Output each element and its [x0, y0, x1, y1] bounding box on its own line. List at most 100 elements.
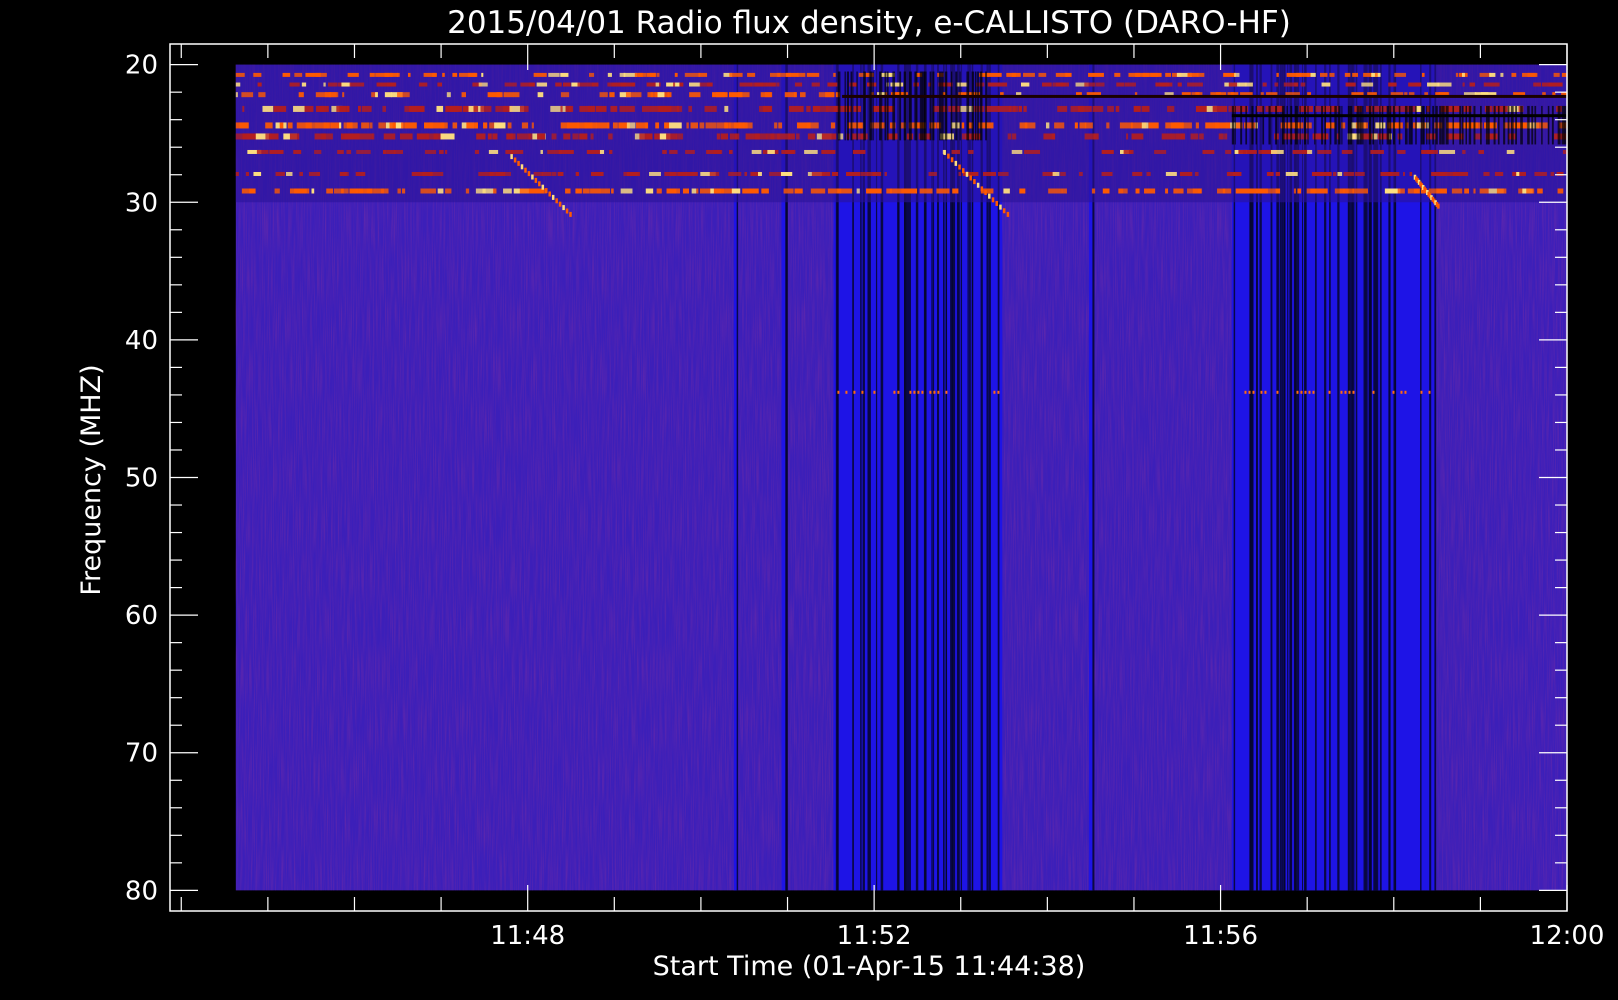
emission-streak: [1199, 133, 1204, 140]
band-dropout: [1234, 105, 1236, 145]
emission-streak: [329, 92, 337, 98]
emission-streak: [1003, 188, 1010, 194]
emission-streak: [439, 149, 444, 154]
band-dropout: [1408, 105, 1412, 145]
weak-line-segment: [1260, 390, 1263, 394]
emission-streak: [1106, 122, 1110, 129]
emission-streak: [346, 105, 350, 112]
emission-streak: [811, 82, 820, 87]
drifting-burst-segment: [527, 171, 531, 177]
emission-streak: [1274, 82, 1279, 87]
emission-streak: [807, 133, 816, 140]
emission-streak: [784, 149, 795, 154]
drifting-burst-segment: [510, 154, 513, 160]
emission-streak: [440, 122, 448, 129]
emission-streak: [557, 171, 564, 176]
emission-streak: [339, 105, 346, 112]
emission-streak: [550, 105, 567, 112]
band-dropout: [979, 71, 983, 141]
emission-streak: [1195, 105, 1208, 112]
emission-streak: [452, 72, 458, 77]
emission-streak: [298, 92, 304, 98]
emission-streak: [483, 122, 488, 129]
emission-streak: [1344, 72, 1351, 77]
emission-streak: [856, 188, 860, 194]
emission-streak: [1310, 72, 1316, 77]
emission-streak: [373, 188, 389, 194]
emission-streak: [982, 171, 997, 176]
emission-streak: [751, 149, 762, 154]
emission-streak: [347, 72, 359, 77]
spectrogram-plot-area: 20 30 40 50 60 70 80 11:48 11:52 11:56 12:00: [125, 43, 1604, 951]
emission-streak: [1337, 171, 1343, 176]
band-dropout: [955, 71, 958, 141]
drifting-burst-segment: [569, 211, 572, 217]
emission-streak: [1478, 149, 1484, 154]
x-axis-label: Start Time (01-Apr-15 11:44:38): [653, 951, 1086, 982]
emission-streak: [691, 188, 697, 194]
emission-streak: [551, 171, 557, 176]
emission-streak: [1232, 171, 1242, 176]
interference-line: [842, 94, 1567, 98]
emission-streak: [563, 82, 571, 87]
emission-streak: [289, 82, 300, 87]
emission-streak: [987, 82, 1000, 87]
emission-streak: [239, 122, 249, 129]
emission-streak: [765, 82, 776, 87]
emission-streak: [1023, 72, 1035, 77]
emission-streak: [800, 92, 806, 98]
emission-streak: [1074, 122, 1078, 129]
emission-streak: [341, 82, 351, 87]
emission-streak: [1242, 149, 1257, 154]
emission-streak: [1154, 149, 1167, 154]
emission-streak: [442, 72, 445, 77]
emission-streak: [311, 188, 315, 194]
emission-streak: [662, 149, 667, 154]
emission-streak: [371, 133, 375, 140]
emission-streak: [1131, 133, 1144, 140]
emission-streak: [872, 171, 882, 176]
emission-streak: [452, 122, 458, 129]
emission-streak: [258, 92, 266, 98]
emission-streak: [572, 133, 579, 140]
emission-streak: [540, 149, 543, 154]
emission-streak: [1195, 122, 1199, 129]
emission-streak: [987, 72, 1002, 77]
emission-streak: [1144, 188, 1156, 194]
emission-streak: [1421, 72, 1425, 77]
drifting-burst-segment: [954, 160, 958, 166]
band-dropout: [1368, 105, 1372, 145]
emission-streak: [1116, 82, 1125, 87]
emission-streak: [645, 133, 653, 140]
band-dropout: [1347, 105, 1350, 145]
emission-streak: [821, 171, 831, 176]
emission-streak: [1224, 133, 1228, 140]
emission-streak: [1343, 171, 1355, 176]
emission-streak: [664, 122, 670, 129]
emission-streak: [1527, 72, 1536, 77]
emission-streak: [1345, 82, 1356, 87]
emission-streak: [1228, 82, 1238, 87]
emission-streak: [241, 92, 254, 98]
weak-line-segment: [1400, 390, 1403, 394]
emission-streak: [936, 188, 950, 194]
emission-streak: [286, 171, 293, 176]
band-dropout: [1459, 105, 1461, 145]
emission-streak: [1045, 122, 1050, 129]
emission-streak: [914, 188, 917, 194]
emission-streak: [919, 188, 933, 194]
emission-streak: [666, 133, 677, 140]
emission-streak: [788, 133, 795, 140]
emission-streak: [608, 133, 613, 140]
emission-streak: [575, 188, 582, 194]
emission-streak: [269, 149, 284, 154]
band-dropout: [1324, 105, 1326, 145]
emission-streak: [669, 149, 678, 154]
emission-streak: [655, 82, 660, 87]
emission-streak: [399, 133, 413, 140]
band-dropout: [884, 71, 887, 141]
weak-line-segment: [1420, 390, 1423, 394]
band-dropout: [1447, 105, 1449, 145]
emission-streak: [1451, 188, 1463, 194]
emission-streak: [437, 82, 443, 87]
